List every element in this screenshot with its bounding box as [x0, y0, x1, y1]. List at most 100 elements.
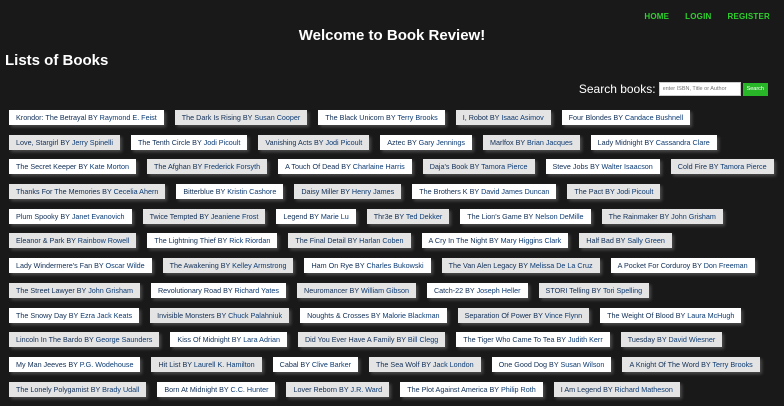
book-link[interactable]: Cabal BY Clive Barker — [272, 356, 359, 372]
book-list: Krondor: The Betrayal BY Raymond E. Feis… — [9, 110, 779, 406]
book-link[interactable]: Twice Tempted BY Jeaniene Frost — [142, 208, 266, 224]
book-title: The Lion's Game — [467, 211, 522, 221]
book-row: Lincoln In The Bardo BY George Saunders K… — [9, 332, 779, 349]
book-author: Jerry Spinelli — [71, 137, 113, 147]
book-title: Lady Windermere's Fan — [16, 261, 93, 271]
book-link[interactable]: STORI Telling BY Tori Spelling — [538, 282, 650, 298]
book-link[interactable]: Eleanor & Park BY Rainbow Rowell — [9, 233, 137, 249]
nav-home-link[interactable]: HOME — [644, 12, 669, 21]
book-by-label: BY — [392, 211, 406, 221]
search-button[interactable]: Search — [742, 82, 768, 96]
book-link[interactable]: Tuesday BY David Wiesner — [620, 332, 723, 348]
book-link[interactable]: Noughts & Crosses BY Malorie Blackman — [300, 307, 447, 323]
book-by-label: BY — [394, 335, 408, 345]
book-link[interactable]: The Van Alen Legacy BY Melissa De La Cru… — [441, 258, 600, 274]
book-link[interactable]: Neuromancer BY William Gibson — [297, 282, 416, 298]
book-link[interactable]: Lady Windermere's Fan BY Oscar Wilde — [9, 258, 152, 274]
book-link[interactable]: Four Blondes BY Candace Bushnell — [561, 110, 691, 125]
book-by-label: BY — [353, 261, 367, 271]
book-link[interactable]: Invisible Monsters BY Chuck Palahniuk — [150, 307, 290, 323]
book-link[interactable]: The Final Detail BY Harlan Coben — [288, 233, 411, 249]
book-link[interactable]: Lady Midnight BY Cassandra Clare — [590, 134, 717, 150]
book-by-label: BY — [180, 359, 194, 369]
book-title: Neuromancer — [304, 285, 348, 295]
book-link[interactable]: The Afghan BY Frederick Forsyth — [146, 159, 268, 175]
book-row: The Lonely Polygamist BY Brady Udall Born… — [9, 381, 779, 399]
book-link[interactable]: Ham On Rye BY Charles Bukowski — [304, 258, 431, 274]
book-link[interactable]: Separation Of Power BY Vince Flynn — [457, 307, 590, 323]
book-link[interactable]: I, Robot BY Isaac Asimov — [455, 110, 551, 125]
book-link[interactable]: A Cry In The Night BY Mary Higgins Clark — [421, 233, 569, 249]
book-link[interactable]: The Plot Against America BY Philip Roth — [400, 381, 543, 397]
search-input[interactable] — [658, 82, 741, 96]
book-author: Brian Jacques — [527, 137, 573, 147]
book-link[interactable]: Steve Jobs BY Walter Isaacson — [545, 159, 660, 175]
book-link[interactable]: The Pact BY Jodi Picoult — [567, 184, 661, 200]
book-title: Cold Fire — [677, 162, 707, 172]
book-link[interactable]: The Tenth Circle BY Jodi Picoult — [130, 134, 248, 150]
book-author: Charlaine Harris — [352, 162, 405, 172]
book-by-label: BY — [74, 285, 89, 295]
book-by-label: BY — [642, 137, 656, 147]
book-title: The Tiger Who Came To Tea — [463, 335, 555, 345]
book-link[interactable]: The Sea Wolf BY Jack London — [369, 356, 481, 372]
book-by-label: BY — [312, 137, 326, 147]
book-title: The Plot Against America — [407, 384, 488, 394]
book-link[interactable]: The Weight Of Blood BY Laura McHugh — [600, 307, 742, 323]
book-link[interactable]: Did You Ever Have A Family BY Bill Clegg — [297, 332, 446, 348]
nav-register-link[interactable]: REGISTER — [728, 12, 771, 21]
book-link[interactable]: Half Bad BY Sally Green — [579, 233, 672, 249]
nav-login-link[interactable]: LOGIN — [685, 12, 711, 21]
book-link[interactable]: The Black Unicorn BY Terry Brooks — [318, 110, 445, 125]
book-link[interactable]: Love, Stargirl BY Jerry Spinelli — [9, 134, 120, 150]
book-link[interactable]: The Rainmaker BY John Grisham — [601, 208, 723, 224]
book-link[interactable]: The Awakening BY Kelley Armstrong — [162, 258, 294, 274]
book-link[interactable]: Legend BY Marie Lu — [276, 208, 356, 224]
book-link[interactable]: The Lightning Thief BY Rick Riordan — [147, 233, 278, 249]
book-row: Love, Stargirl BY Jerry Spinelli The Tent… — [9, 134, 779, 152]
book-link[interactable]: Hit List BY Laurell K. Hamilton — [151, 356, 262, 372]
book-link[interactable]: Lover Reborn BY J.R. Ward — [286, 381, 390, 397]
book-author: C.C. Hunter — [230, 384, 269, 394]
book-link[interactable]: The Snowy Day BY Ezra Jack Keats — [9, 307, 140, 323]
book-link[interactable]: A Pocket For Corduroy BY Don Freeman — [610, 258, 755, 274]
book-link[interactable]: The Lion's Game BY Nelson DeMille — [460, 208, 591, 224]
book-link[interactable]: Kiss Of Midnight BY Lara Adrian — [170, 332, 287, 348]
book-link[interactable]: Vanishing Acts BY Jodi Picoult — [258, 134, 370, 150]
book-link[interactable]: The Street Lawyer BY John Grisham — [9, 282, 140, 298]
book-link[interactable]: Thr3e BY Ted Dekker — [366, 208, 450, 224]
book-author: Rainbow Rowell — [77, 236, 130, 246]
book-link[interactable]: Krondor: The Betrayal BY Raymond E. Feis… — [9, 110, 164, 125]
book-title: Tuesday — [627, 335, 656, 345]
book-link[interactable]: Bitterblue BY Kristin Cashore — [176, 184, 284, 200]
book-link[interactable]: Thanks For The Memories BY Cecelia Ahern — [9, 184, 166, 200]
book-link[interactable]: A Touch Of Dead BY Charlaine Harris — [278, 159, 412, 175]
book-by-label: BY — [487, 113, 502, 122]
book-author: Janet Evanovich — [71, 211, 125, 221]
book-link[interactable]: I Am Legend BY Richard Matheson — [553, 381, 680, 397]
book-link[interactable]: Lincoln In The Bardo BY George Saunders — [9, 332, 160, 348]
book-link[interactable]: Daja's Book BY Tamora Pierce — [422, 159, 535, 175]
book-link[interactable]: Aztec BY Gary Jennings — [380, 134, 473, 150]
book-link[interactable]: Marlfox BY Brian Jacques — [483, 134, 580, 150]
book-link[interactable]: Cold Fire BY Tamora Pierce — [670, 159, 774, 175]
book-link[interactable]: Catch-22 BY Joseph Heller — [426, 282, 528, 298]
book-author: Philip Roth — [500, 384, 536, 394]
book-link[interactable]: The Brothers K BY David James Duncan — [412, 184, 557, 200]
book-title: The Pact — [574, 187, 604, 197]
book-link[interactable]: Revolutionary Road BY Richard Yates — [150, 282, 287, 298]
book-link[interactable]: The Tiger Who Came To Tea BY Judith Kerr — [456, 332, 610, 348]
book-link[interactable]: Daisy Miller BY Henry James — [294, 184, 402, 200]
book-link[interactable]: The Secret Keeper BY Kate Morton — [9, 159, 136, 175]
book-author: Mary Higgins Clark — [500, 236, 562, 246]
book-link[interactable]: My Man Jeeves BY P.G. Wodehouse — [9, 356, 141, 372]
book-link[interactable]: Born At Midnight BY C.C. Hunter — [157, 381, 276, 397]
book-link[interactable]: A Knight Of The Word BY Terry Brooks — [622, 356, 760, 372]
book-link[interactable]: The Dark Is Rising BY Susan Cooper — [174, 110, 308, 125]
book-author: George Saunders — [95, 335, 153, 345]
book-author: Charles Bukowski — [366, 261, 424, 271]
book-title: Eleanor & Park — [16, 236, 65, 246]
book-link[interactable]: One Good Dog BY Susan Wilson — [491, 356, 612, 372]
book-link[interactable]: Plum Spooky BY Janet Evanovich — [9, 208, 132, 224]
book-link[interactable]: The Lonely Polygamist BY Brady Udall — [9, 381, 147, 397]
